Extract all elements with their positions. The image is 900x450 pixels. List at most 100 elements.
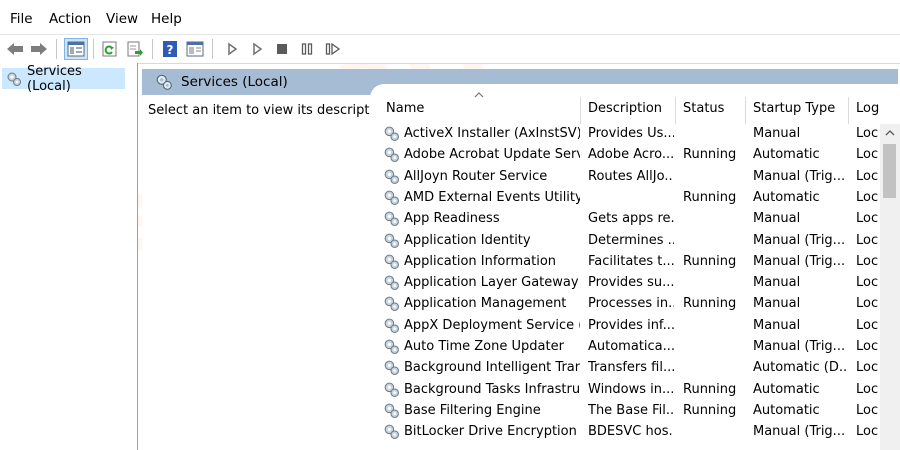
service-startup-type: Manual	[753, 126, 801, 141]
refresh-icon[interactable]	[99, 38, 121, 60]
console-tree-icon[interactable]	[64, 38, 88, 60]
table-row[interactable]: Application Identity Determines ... Manu…	[370, 231, 880, 252]
column-divider[interactable]	[745, 97, 746, 124]
start-with-params-icon[interactable]	[246, 38, 268, 60]
service-name: Background Intelligent Tran...	[404, 360, 580, 376]
service-name: Base Filtering Engine	[404, 402, 541, 418]
table-row[interactable]: AllJoyn Router Service Routes AllJo... M…	[370, 167, 880, 188]
table-row[interactable]: Base Filtering Engine The Base Fil... Ru…	[370, 401, 880, 422]
table-row[interactable]: App Readiness Gets apps re... Manual Loc	[370, 209, 880, 230]
back-arrow-icon[interactable]	[4, 38, 26, 60]
table-row[interactable]: BitLocker Drive Encryption ... BDESVC ho…	[370, 422, 880, 443]
gear-icon	[383, 295, 400, 316]
menu-file[interactable]: File	[10, 11, 33, 27]
service-description: Processes in...	[588, 296, 674, 312]
pause-service-icon[interactable]	[296, 38, 318, 60]
gear-icon	[383, 189, 400, 210]
forward-arrow-icon[interactable]	[28, 38, 50, 60]
table-row[interactable]: ActiveX Installer (AxInstSV) Provides Us…	[370, 124, 880, 145]
service-startup-type: Automatic	[753, 189, 820, 205]
scrollbar-thumb[interactable]	[883, 144, 896, 198]
service-description: Windows in...	[588, 381, 674, 397]
service-name: AMD External Events Utility	[404, 189, 580, 205]
gear-icon	[383, 232, 400, 253]
service-name: Adobe Acrobat Update Serv...	[404, 147, 580, 163]
column-header-log-on-as[interactable]: Log	[856, 101, 879, 116]
table-row[interactable]: Background Intelligent Tran... Transfers…	[370, 358, 880, 379]
gear-icon	[383, 274, 400, 295]
table-row[interactable]: Application Layer Gateway ... Provides s…	[370, 273, 880, 294]
service-description: Automatica...	[588, 339, 674, 354]
gear-icon	[383, 359, 400, 380]
service-log-on-as: Loc	[856, 402, 879, 418]
menu-view[interactable]: View	[106, 11, 138, 27]
service-startup-type: Automatic	[753, 402, 820, 418]
column-header-description[interactable]: Description	[588, 101, 662, 116]
gear-icon	[6, 71, 22, 87]
list-header: Name Description Status Startup Type Log	[370, 84, 880, 124]
stop-service-icon[interactable]	[271, 38, 293, 60]
service-status: Running	[683, 402, 737, 418]
service-description: Provides su...	[588, 275, 674, 291]
scroll-up-icon[interactable]	[880, 124, 900, 142]
console-tree: Services (Local)	[0, 63, 138, 450]
tree-item-services-local[interactable]: Services (Local)	[2, 64, 125, 94]
service-log-on-as: Loc	[856, 126, 879, 141]
service-description: Facilitates t...	[588, 253, 674, 269]
column-divider[interactable]	[848, 97, 849, 124]
menu-action[interactable]: Action	[49, 11, 91, 27]
service-name: AppX Deployment Service (...	[404, 317, 580, 333]
table-row[interactable]: Adobe Acrobat Update Serv... Adobe Acro.…	[370, 145, 880, 166]
service-name: Application Information	[404, 253, 557, 269]
service-status: Running	[683, 189, 737, 205]
gear-icon	[383, 381, 400, 402]
service-description: Adobe Acro...	[588, 147, 674, 163]
description-pane: Select an item to view its description.	[142, 95, 393, 450]
service-log-on-as: Loc	[856, 424, 879, 440]
service-name: Background Tasks Infrastru...	[404, 381, 580, 397]
service-startup-type: Manual (Trig...	[753, 253, 846, 269]
service-startup-type: Manual	[753, 275, 801, 291]
service-log-on-as: Loc	[856, 296, 879, 312]
column-header-status[interactable]: Status	[683, 101, 724, 116]
service-startup-type: Automatic (D...	[753, 360, 847, 376]
service-log-on-as: Loc	[856, 232, 879, 248]
table-row[interactable]: Application Management Processes in... R…	[370, 294, 880, 315]
service-description: BDESVC hos...	[588, 424, 674, 440]
service-status: Running	[683, 296, 737, 312]
table-row[interactable]: Background Tasks Infrastru... Windows in…	[370, 380, 880, 401]
table-row[interactable]: Application Information Facilitates t...…	[370, 252, 880, 273]
service-startup-type: Manual	[753, 317, 801, 333]
column-divider[interactable]	[580, 97, 581, 124]
service-log-on-as: Loc	[856, 360, 879, 376]
vertical-scrollbar[interactable]	[880, 124, 900, 450]
tree-item-label: Services (Local)	[27, 63, 82, 94]
service-startup-type: Manual (Trig...	[753, 339, 846, 354]
service-log-on-as: Loc	[856, 211, 879, 227]
table-row[interactable]: AMD External Events Utility Running Auto…	[370, 188, 880, 209]
gear-icon	[383, 146, 400, 167]
help-icon[interactable]: ?	[159, 38, 181, 60]
column-header-startup-type[interactable]: Startup Type	[753, 101, 835, 116]
start-service-icon[interactable]	[221, 38, 243, 60]
description-text: Select an item to view its description.	[148, 103, 394, 118]
toolbar-separator	[56, 39, 57, 59]
menu-help[interactable]: Help	[151, 11, 182, 27]
export-list-icon[interactable]	[124, 38, 146, 60]
column-divider[interactable]	[675, 97, 676, 124]
service-startup-type: Automatic	[753, 147, 820, 163]
restart-service-icon[interactable]	[322, 38, 344, 60]
sort-ascending-icon	[474, 92, 484, 98]
gear-icon	[383, 253, 400, 274]
service-startup-type: Manual (Trig...	[753, 168, 846, 184]
service-description: Provides Us...	[588, 126, 674, 141]
gear-icon	[383, 423, 400, 444]
service-name: ActiveX Installer (AxInstSV)	[404, 126, 580, 141]
table-row[interactable]: Auto Time Zone Updater Automatica... Man…	[370, 337, 880, 358]
service-description: Transfers fil...	[588, 360, 674, 376]
column-header-name[interactable]: Name	[386, 101, 424, 116]
properties-icon[interactable]	[184, 38, 206, 60]
service-description: The Base Fil...	[588, 402, 674, 418]
table-row[interactable]: AppX Deployment Service (... Provides in…	[370, 316, 880, 337]
service-description: Gets apps re...	[588, 211, 674, 227]
